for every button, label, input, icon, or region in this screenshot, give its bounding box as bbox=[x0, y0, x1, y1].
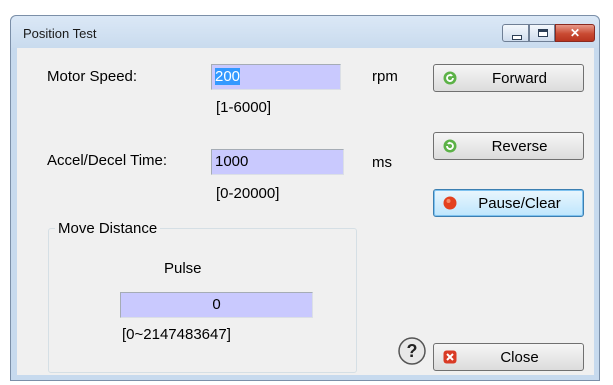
accel-decel-unit: ms bbox=[372, 154, 392, 171]
reverse-label: Reverse bbox=[491, 138, 548, 155]
minimize-button[interactable] bbox=[502, 24, 529, 42]
pulse-value: 0 bbox=[212, 296, 221, 313]
accel-decel-range: [0-20000] bbox=[216, 185, 280, 202]
motor-speed-range: [1-6000] bbox=[216, 99, 272, 116]
red-dot-icon bbox=[443, 196, 457, 210]
forward-button[interactable]: Forward bbox=[433, 64, 584, 92]
motor-speed-value: 200 bbox=[215, 68, 241, 85]
minimize-icon bbox=[512, 35, 522, 40]
help-icon[interactable]: ? bbox=[398, 337, 426, 365]
accel-decel-value: 1000 bbox=[215, 153, 249, 170]
move-distance-title: Move Distance bbox=[55, 220, 161, 237]
maximize-button[interactable] bbox=[529, 24, 555, 42]
pulse-range: [0~2147483647] bbox=[122, 326, 231, 343]
motor-speed-label: Motor Speed: bbox=[47, 68, 138, 85]
close-label: Close bbox=[500, 349, 539, 366]
forward-label: Forward bbox=[491, 70, 547, 87]
close-button[interactable]: Close bbox=[433, 343, 584, 371]
rotate-left-icon bbox=[443, 71, 457, 85]
close-icon: ✕ bbox=[569, 26, 581, 40]
reverse-button[interactable]: Reverse bbox=[433, 132, 584, 160]
rotate-right-icon bbox=[443, 139, 457, 153]
motor-speed-input[interactable]: 200 bbox=[211, 64, 341, 90]
pulse-input[interactable]: 0 bbox=[120, 292, 313, 318]
maximize-icon bbox=[538, 29, 548, 37]
window-title: Position Test bbox=[23, 26, 97, 41]
accel-decel-label: Accel/Decel Time: bbox=[47, 152, 168, 169]
window-close-button[interactable]: ✕ bbox=[555, 24, 595, 42]
position-test-window: Position Test ✕ Motor Speed: 200 rpm [1-… bbox=[10, 15, 600, 381]
motor-speed-unit: rpm bbox=[372, 68, 398, 85]
pulse-label: Pulse bbox=[164, 260, 202, 277]
accel-decel-input[interactable]: 1000 bbox=[211, 149, 344, 175]
close-x-icon bbox=[443, 350, 457, 364]
pause-clear-button[interactable]: Pause/Clear bbox=[433, 189, 584, 217]
pause-clear-label: Pause/Clear bbox=[478, 195, 561, 212]
title-bar[interactable]: Position Test ✕ bbox=[11, 16, 599, 48]
help-symbol: ? bbox=[407, 341, 418, 361]
dialog-client-area: Motor Speed: 200 rpm [1-6000] Accel/Dece… bbox=[17, 48, 594, 375]
